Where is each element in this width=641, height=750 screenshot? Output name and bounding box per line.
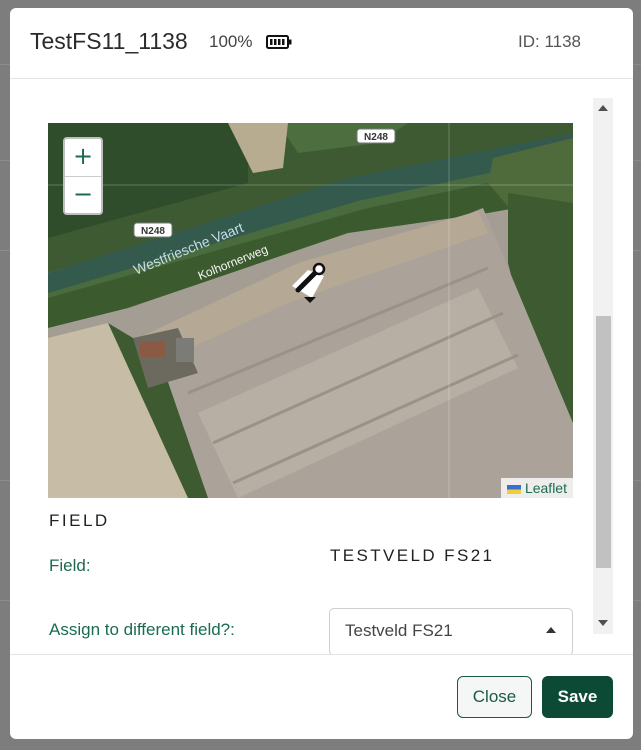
scrollbar-thumb[interactable]: [596, 316, 611, 568]
sensor-modal: TestFS11_1138 100% ID: 1138 N248 N248 We…: [10, 8, 633, 739]
modal-body: N248 N248 Westfriesche Vaart Kolhornerwe…: [10, 79, 633, 654]
zoom-in-button[interactable]: +: [65, 139, 101, 177]
field-value: TESTVELD FS21: [330, 546, 495, 565]
save-button[interactable]: Save: [542, 676, 613, 718]
battery-percentage: 100%: [209, 32, 253, 51]
modal-title: TestFS11_1138: [30, 28, 188, 54]
modal-footer: Close Save: [10, 654, 633, 739]
road-label-n248-left: N248: [141, 226, 165, 237]
assign-field-selected-value: Testveld FS21: [345, 621, 453, 640]
caret-up-icon: [546, 627, 556, 633]
satellite-map[interactable]: N248 N248 Westfriesche Vaart Kolhornerwe…: [48, 123, 573, 498]
ukraine-flag-icon: [506, 485, 521, 494]
zoom-out-button[interactable]: −: [65, 177, 101, 214]
zoom-control: + −: [63, 137, 103, 215]
assign-field-label: Assign to different field?:: [49, 620, 235, 639]
device-id: ID: 1138: [518, 32, 582, 51]
modal-header: TestFS11_1138 100% ID: 1138: [10, 8, 633, 79]
sensor-pin-marker-icon[interactable]: [286, 258, 334, 308]
leaflet-link[interactable]: Leaflet: [525, 480, 567, 496]
assign-field-select[interactable]: Testveld FS21: [329, 608, 573, 654]
scrollbar[interactable]: [593, 98, 613, 634]
scroll-down-arrow-icon[interactable]: [598, 620, 608, 626]
map-attribution[interactable]: Leaflet: [500, 478, 573, 498]
battery-full-icon: [266, 35, 292, 49]
field-label: Field:: [49, 556, 91, 575]
road-label-n248-top: N248: [364, 132, 388, 143]
field-section-title: FIELD: [49, 511, 110, 530]
satellite-imagery: N248 N248 Westfriesche Vaart Kolhornerwe…: [48, 123, 573, 498]
close-button[interactable]: Close: [457, 676, 532, 718]
scroll-up-arrow-icon[interactable]: [598, 105, 608, 111]
